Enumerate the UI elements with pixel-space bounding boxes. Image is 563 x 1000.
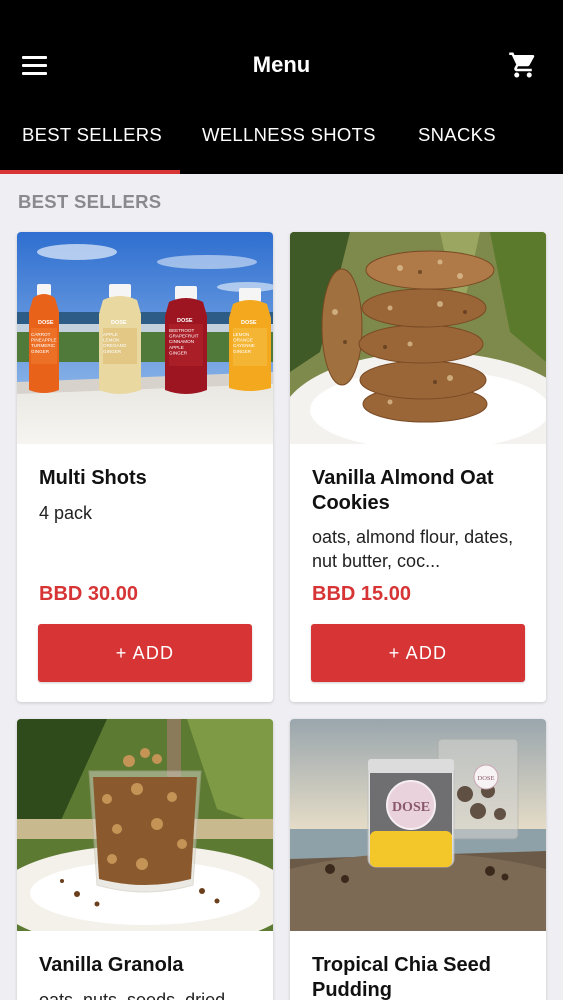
product-card-vanilla-granola[interactable]: Vanilla Granola oats, nuts, seeds, dried [17, 719, 273, 1000]
product-card-tropical-chia-seed-pudding[interactable]: DOSE DOSE Tropical Chia Seed Pudding [290, 719, 546, 1000]
add-to-cart-button[interactable]: + ADD [38, 624, 252, 682]
product-description: oats, nuts, seeds, dried [39, 990, 226, 1000]
bag-label: DOSE [478, 775, 495, 782]
product-description: 4 pack [39, 503, 93, 523]
product-name: Vanilla Granola [39, 954, 184, 976]
tab-wellness-shots[interactable]: WELLNESS SHOTS [202, 124, 376, 146]
shopping-cart-icon[interactable] [508, 50, 538, 80]
app-header: Menu BEST SELLERS WELLNESS SHOTS SNACKS [0, 0, 563, 174]
product-price: BBD 30.00 [39, 583, 138, 605]
tab-snacks[interactable]: SNACKS [418, 124, 496, 146]
jar-label: DOSE [392, 800, 430, 815]
product-card-multi-shots[interactable]: DOSE DOSE DOSE DOSE CARROT PINEAPPLE TURME… [17, 232, 273, 702]
active-tab-indicator [0, 170, 180, 174]
product-card-vanilla-almond-oat-cookies[interactable]: Vanilla Almond Oat Cookies oats, almond … [290, 232, 546, 702]
add-to-cart-button[interactable]: + ADD [311, 624, 525, 682]
product-name: Vanilla Almond Oat Cookies [312, 467, 494, 514]
bottle-brand-3: DOSE [177, 318, 193, 324]
product-image-multi-shots: DOSE DOSE DOSE DOSE CARROT PINEAPPLE TURME… [17, 232, 273, 444]
product-description: oats, almond flour, dates, nut butter, c… [312, 527, 514, 571]
product-name: Tropical Chia Seed Pudding [312, 954, 491, 1000]
bottle-brand-4: DOSE [241, 320, 257, 326]
product-image-granola [17, 719, 273, 931]
product-image-cookies [290, 232, 546, 444]
product-name: Multi Shots [39, 467, 147, 489]
bottle-brand-2: DOSE [111, 320, 127, 326]
bottle-brand-1: DOSE [38, 320, 54, 326]
tab-best-sellers[interactable]: BEST SELLERS [22, 124, 162, 146]
section-heading: BEST SELLERS [18, 191, 162, 212]
category-tabs: BEST SELLERS WELLNESS SHOTS SNACKS [0, 116, 563, 174]
page-title: Menu [252, 52, 311, 77]
product-price: BBD 15.00 [312, 583, 411, 605]
product-image-chia-pudding: DOSE DOSE [290, 719, 546, 931]
